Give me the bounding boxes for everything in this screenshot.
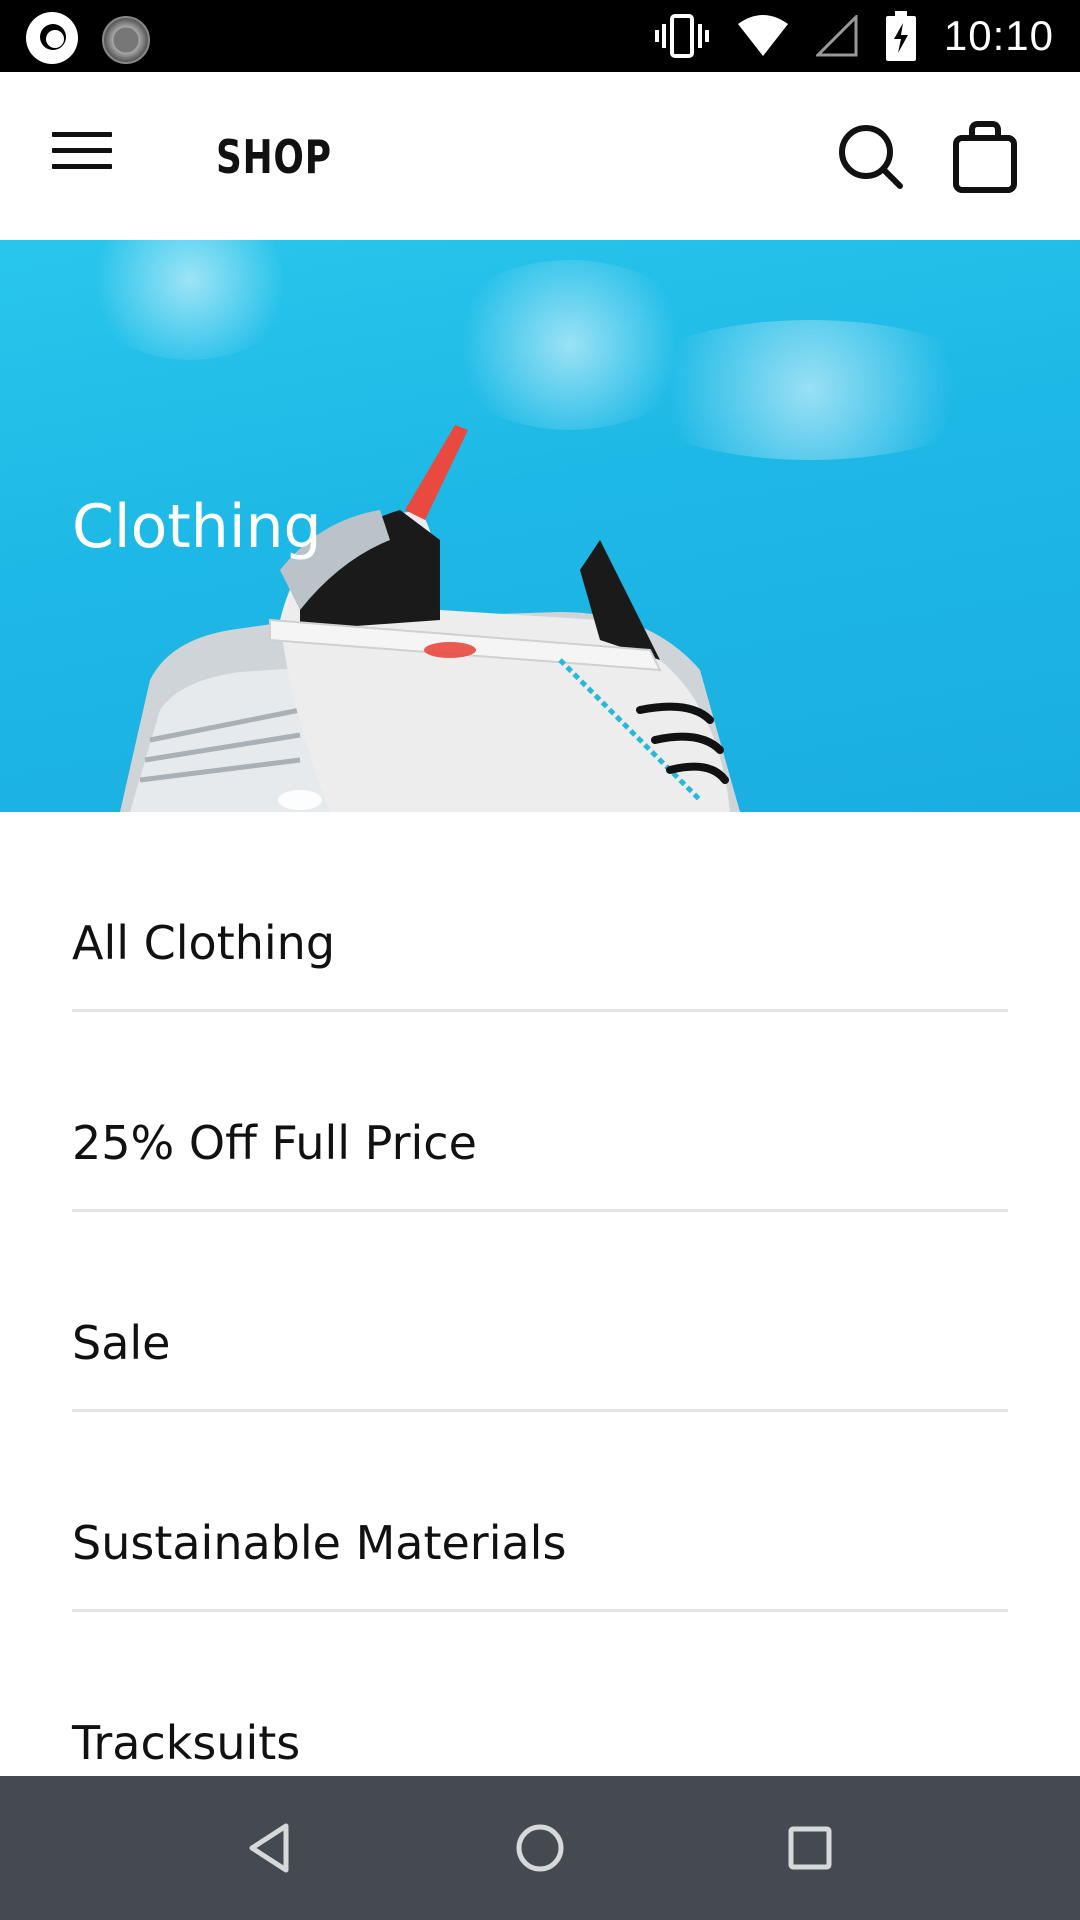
list-item-25-off[interactable]: 25% Off Full Price bbox=[72, 1012, 1008, 1212]
loading-icon bbox=[102, 16, 150, 64]
list-item-label: Sale bbox=[72, 1316, 171, 1370]
signal-icon bbox=[815, 15, 858, 57]
list-item-all-clothing[interactable]: All Clothing bbox=[72, 812, 1008, 1012]
status-bar: 10:10 bbox=[0, 0, 1080, 72]
back-icon[interactable] bbox=[234, 1812, 306, 1884]
home-icon[interactable] bbox=[504, 1812, 576, 1884]
shopping-bag-icon[interactable] bbox=[952, 120, 1018, 194]
category-list: All Clothing 25% Off Full Price Sale Sus… bbox=[72, 812, 1008, 1812]
top-app-bar: SHOP bbox=[0, 72, 1080, 240]
list-item-label: Tracksuits bbox=[72, 1716, 301, 1770]
list-item-label: 25% Off Full Price bbox=[72, 1116, 477, 1170]
wifi-icon bbox=[737, 14, 788, 58]
recents-icon[interactable] bbox=[774, 1812, 846, 1884]
status-time: 10:10 bbox=[943, 12, 1054, 59]
hero-title: Clothing bbox=[72, 492, 322, 562]
hero-banner[interactable]: Clothing bbox=[0, 240, 1080, 812]
vibrate-icon bbox=[654, 12, 710, 60]
search-icon[interactable] bbox=[836, 122, 906, 192]
menu-icon[interactable] bbox=[52, 132, 112, 180]
page-title: SHOP bbox=[216, 130, 332, 184]
system-nav-bar bbox=[0, 1776, 1080, 1920]
app-notification-icon bbox=[26, 12, 78, 64]
list-item-sale[interactable]: Sale bbox=[72, 1212, 1008, 1412]
battery-charging-icon bbox=[885, 11, 916, 61]
list-item-label: All Clothing bbox=[72, 916, 336, 970]
list-item-sustainable-materials[interactable]: Sustainable Materials bbox=[72, 1412, 1008, 1612]
list-item-label: Sustainable Materials bbox=[72, 1516, 567, 1570]
